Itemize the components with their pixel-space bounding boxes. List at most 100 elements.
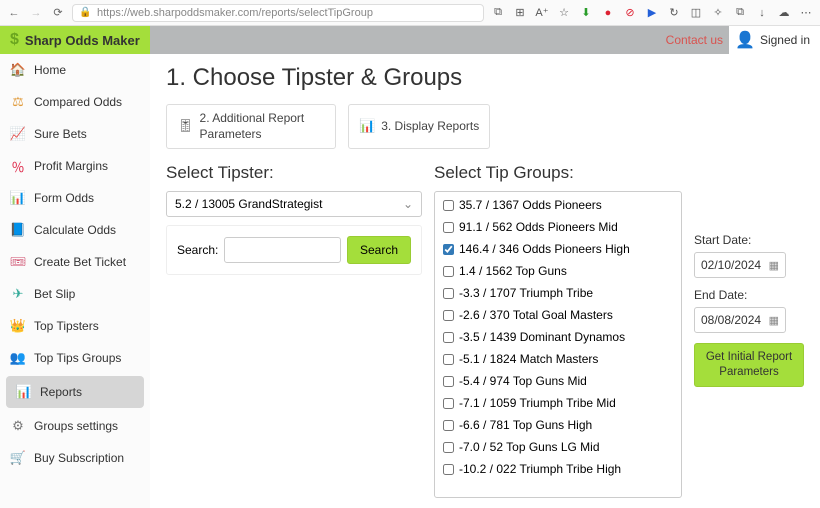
download-arrow-icon[interactable]: ⬇	[578, 5, 594, 21]
sidebar-icon: 👥	[10, 350, 26, 366]
favorite-icon[interactable]: ☆	[556, 5, 572, 21]
reload-button[interactable]: ⟳	[50, 5, 66, 21]
sidebar-icon: ✈	[10, 286, 26, 302]
sidebar-item-create-bet-ticket[interactable]: 🎟Create Bet Ticket	[0, 246, 150, 278]
sliders-icon: 🎚	[177, 118, 194, 135]
tip-group-checkbox[interactable]	[443, 222, 454, 233]
tip-group-row[interactable]: -10.2 / 022 Triumph Tribe High	[435, 458, 681, 480]
chart-icon: 📊	[359, 118, 375, 135]
address-bar[interactable]: 🔒 https://web.sharpoddsmaker.com/reports…	[72, 4, 484, 22]
brand[interactable]: $ Sharp Odds Maker	[0, 26, 150, 54]
tipster-dropdown[interactable]: 5.2 / 13005 GrandStrategist ⌄	[166, 191, 422, 217]
tip-group-checkbox[interactable]	[443, 244, 454, 255]
sidebar-item-profit-margins[interactable]: ％ Profit Margins	[0, 150, 150, 182]
read-aloud-icon[interactable]: ⧉	[490, 5, 506, 21]
sidebar-icon: 🏠	[10, 62, 26, 78]
signed-in-text: Signed in	[760, 33, 810, 47]
page-title: 1. Choose Tipster & Groups	[166, 64, 804, 92]
sidebar-item-home[interactable]: 🏠Home	[0, 54, 150, 86]
sidebar-item-calculate-odds[interactable]: 📘Calculate Odds	[0, 214, 150, 246]
start-date-label: Start Date:	[694, 233, 804, 247]
tip-groups-listbox[interactable]: 35.7 / 1367 Odds Pioneers91.1 / 562 Odds…	[434, 191, 682, 498]
tip-group-row[interactable]: 91.1 / 562 Odds Pioneers Mid	[435, 216, 681, 238]
sidebar-item-groups-settings[interactable]: ⚙Groups settings	[0, 410, 150, 442]
sidebar-item-bet-slip[interactable]: ✈Bet Slip	[0, 278, 150, 310]
tip-group-checkbox[interactable]	[443, 376, 454, 387]
tip-group-checkbox[interactable]	[443, 288, 454, 299]
dollar-icon: $	[10, 31, 19, 49]
ext1-icon[interactable]: ●	[600, 5, 616, 21]
tip-group-row[interactable]: -7.1 / 1059 Triumph Tribe Mid	[435, 392, 681, 414]
wizard-steps: 🎚 2. Additional Report Parameters 📊 3. D…	[166, 104, 804, 149]
get-initial-report-button[interactable]: Get Initial Report Parameters	[694, 343, 804, 387]
sidebar-icon[interactable]: ◫	[688, 5, 704, 21]
forward-button[interactable]: →	[28, 5, 44, 21]
tip-group-row[interactable]: 35.7 / 1367 Odds Pioneers	[435, 194, 681, 216]
start-date-value: 02/10/2024	[701, 258, 761, 272]
tip-group-row[interactable]: -3.5 / 1439 Dominant Dynamos	[435, 326, 681, 348]
tip-group-checkbox[interactable]	[443, 398, 454, 409]
sidebar-item-form-odds[interactable]: 📊Form Odds	[0, 182, 150, 214]
downloads-icon[interactable]: ↓	[754, 5, 770, 21]
extensions-icon[interactable]: ⊞	[512, 5, 528, 21]
main-content: 1. Choose Tipster & Groups 🎚 2. Addition…	[150, 54, 820, 508]
sidebar-icon: ％	[10, 158, 26, 174]
step-2-label: 2. Additional Report Parameters	[200, 111, 325, 142]
tip-group-row[interactable]: -6.6 / 781 Top Guns High	[435, 414, 681, 436]
refresh2-icon[interactable]: ↻	[666, 5, 682, 21]
sidebar-item-label: Compared Odds	[34, 95, 122, 109]
sidebar-item-buy-subscription[interactable]: 🛒Buy Subscription	[0, 442, 150, 474]
tip-group-row[interactable]: -2.6 / 370 Total Goal Masters	[435, 304, 681, 326]
tip-group-checkbox[interactable]	[443, 464, 454, 475]
calendar-icon: ▦	[769, 314, 779, 327]
zoom-icon[interactable]: A⁺	[534, 5, 550, 21]
tip-group-label: -7.0 / 52 Top Guns LG Mid	[459, 440, 600, 454]
ext4-icon[interactable]: ☁	[776, 5, 792, 21]
tip-group-row[interactable]: -5.1 / 1824 Match Masters	[435, 348, 681, 370]
tip-group-checkbox[interactable]	[443, 332, 454, 343]
search-button[interactable]: Search	[347, 236, 411, 264]
tip-group-row[interactable]: -5.4 / 974 Top Guns Mid	[435, 370, 681, 392]
sidebar-item-top-tipsters[interactable]: 👑Top Tipsters	[0, 310, 150, 342]
end-date-label: End Date:	[694, 288, 804, 302]
ext3-icon[interactable]: ▶	[644, 5, 660, 21]
tip-group-checkbox[interactable]	[443, 442, 454, 453]
ext2-icon[interactable]: ⊘	[622, 5, 638, 21]
sidebar-item-label: Top Tips Groups	[34, 351, 121, 365]
step-3-display-reports[interactable]: 📊 3. Display Reports	[348, 104, 490, 149]
signed-in-box[interactable]: 👤 Signed in	[729, 26, 820, 54]
sidebar-item-compared-odds[interactable]: ⚖ Compared Odds	[0, 86, 150, 118]
tip-group-checkbox[interactable]	[443, 420, 454, 431]
sidebar-item-label: Profit Margins	[34, 159, 108, 173]
contact-link[interactable]: Contact us	[666, 33, 723, 47]
tip-group-checkbox[interactable]	[443, 266, 454, 277]
tip-group-label: -5.1 / 1824 Match Masters	[459, 352, 598, 366]
start-date-input[interactable]: 02/10/2024 ▦	[694, 252, 786, 278]
sidebar-item-label: Buy Subscription	[34, 451, 124, 465]
brand-name: Sharp Odds Maker	[25, 33, 140, 48]
tip-group-label: 1.4 / 1562 Top Guns	[459, 264, 567, 278]
more-icon[interactable]: ⋯	[798, 5, 814, 21]
tip-group-checkbox[interactable]	[443, 200, 454, 211]
back-button[interactable]: ←	[6, 5, 22, 21]
tip-group-label: -5.4 / 974 Top Guns Mid	[459, 374, 587, 388]
tip-group-row[interactable]: 146.4 / 346 Odds Pioneers High	[435, 238, 681, 260]
tip-group-checkbox[interactable]	[443, 354, 454, 365]
tip-group-row[interactable]: -7.0 / 52 Top Guns LG Mid	[435, 436, 681, 458]
search-input[interactable]	[224, 237, 341, 263]
tip-group-checkbox[interactable]	[443, 310, 454, 321]
sidebar-item-reports[interactable]: 📊Reports	[6, 376, 144, 408]
fav-collection-icon[interactable]: ✧	[710, 5, 726, 21]
tip-group-row[interactable]: -3.3 / 1707 Triumph Tribe	[435, 282, 681, 304]
sidebar-icon: ⚖	[10, 94, 26, 110]
step-2-additional-params[interactable]: 🎚 2. Additional Report Parameters	[166, 104, 336, 149]
sidebar-item-top-tips-groups[interactable]: 👥 Top Tips Groups	[0, 342, 150, 374]
end-date-input[interactable]: 08/08/2024 ▦	[694, 307, 786, 333]
select-tipster-label: Select Tipster:	[166, 163, 422, 183]
sidebar-item-label: Calculate Odds	[34, 223, 116, 237]
user-icon: 👤	[735, 30, 755, 50]
tip-group-row[interactable]: 1.4 / 1562 Top Guns	[435, 260, 681, 282]
collections-icon[interactable]: ⧉	[732, 5, 748, 21]
sidebar-item-sure-bets[interactable]: 📈Sure Bets	[0, 118, 150, 150]
sidebar-item-label: Create Bet Ticket	[34, 255, 126, 269]
